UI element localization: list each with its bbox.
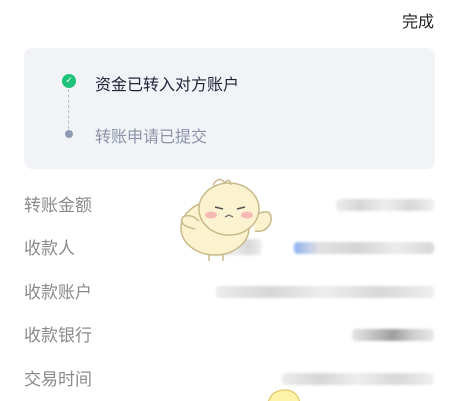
transfer-status-card: ✓ 资金已转入对方账户 转账申请已提交 — [24, 48, 435, 169]
chick-peek-sticker — [267, 389, 301, 401]
redacted-value — [294, 242, 434, 254]
detail-row-time: 交易时间 — [24, 365, 434, 393]
redacted-value — [352, 329, 434, 341]
detail-label: 收款账户 — [24, 283, 92, 303]
done-button[interactable]: 完成 — [402, 8, 434, 32]
status-step-label: 资金已转入对方账户 — [95, 75, 240, 94]
chick-mascot-sticker — [180, 178, 272, 261]
redacted-value — [216, 286, 434, 298]
detail-label: 收款人 — [24, 239, 75, 259]
detail-label: 交易时间 — [24, 370, 92, 390]
detail-label: 收款银行 — [24, 326, 92, 346]
detail-label: 转账金额 — [24, 196, 92, 216]
detail-row-account: 收款账户 — [24, 278, 434, 306]
transfer-result-page: 完成 ✓ 资金已转入对方账户 转账申请已提交 转账金额 收款人 收款账户 收款银… — [0, 0, 450, 401]
redacted-value — [282, 373, 434, 385]
status-step-label: 转账申请已提交 — [95, 127, 208, 146]
redacted-value — [336, 199, 434, 211]
dot-icon — [65, 130, 73, 138]
status-step-funds-transferred: ✓ 资金已转入对方账户 — [62, 71, 240, 95]
detail-row-bank: 收款银行 — [24, 321, 434, 349]
check-circle-icon: ✓ — [62, 74, 76, 88]
status-step-request-submitted: 转账申请已提交 — [64, 123, 207, 147]
